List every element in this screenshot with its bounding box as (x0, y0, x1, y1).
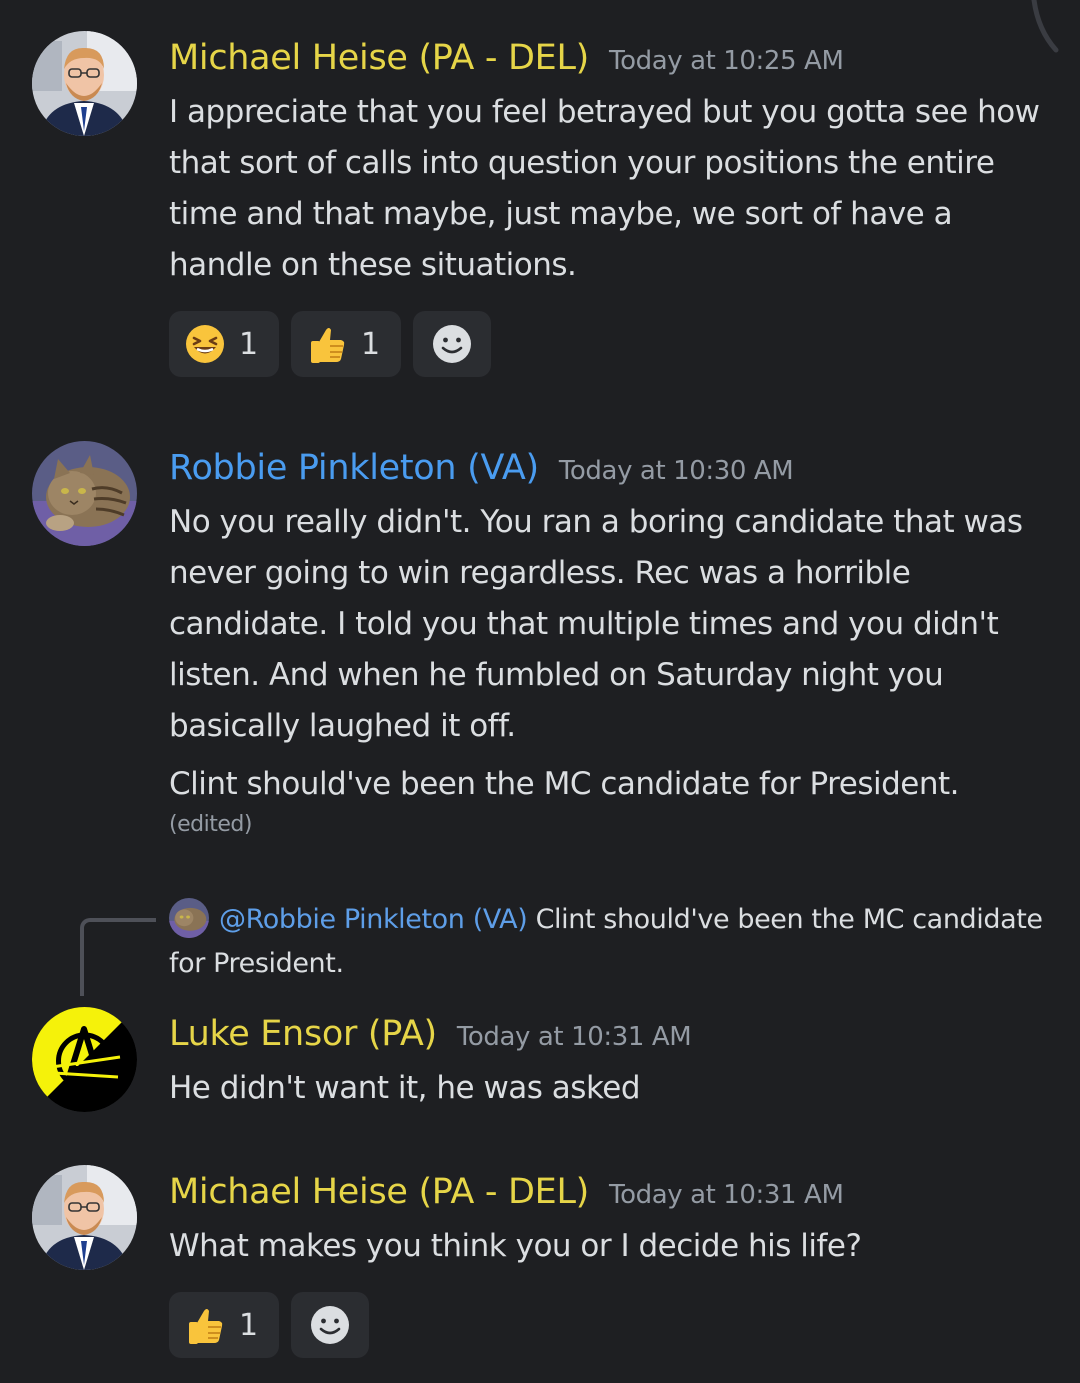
timestamp: Today at 10:31 AM (456, 1022, 692, 1052)
timestamp: Today at 10:25 AM (609, 46, 844, 76)
edited-label: (edited) (169, 812, 252, 837)
reactions-bar: 1 (169, 1292, 369, 1358)
anarchy-symbol-logo-icon (32, 1007, 137, 1112)
profile-photo-cat-icon (169, 897, 209, 938)
reactions-bar: 1 1 (169, 311, 491, 377)
avatar[interactable] (32, 1165, 137, 1270)
reaction-thumbs-up[interactable]: 1 (169, 1292, 279, 1358)
reply-mention[interactable]: @Robbie Pinkleton (VA) (219, 904, 528, 935)
reaction-thumbs-up[interactable]: 1 (291, 311, 401, 377)
reaction-count: 1 (239, 1307, 259, 1343)
reaction-count: 1 (361, 326, 381, 362)
author-name[interactable]: Michael Heise (PA - DEL) (169, 38, 589, 78)
add-reaction-icon (433, 325, 471, 363)
timestamp: Today at 10:31 AM (609, 1180, 844, 1210)
message-text: What makes you think you or I decide his… (169, 1228, 862, 1264)
message-text: I appreciate that you feel betrayed but … (169, 94, 1040, 283)
add-reaction-button[interactable] (291, 1292, 369, 1358)
corner-stroke-icon (1031, 0, 1059, 53)
message-text: No you really didn't. You ran a boring c… (169, 504, 1023, 744)
avatar[interactable] (32, 1007, 137, 1112)
laughing-face-icon (186, 325, 224, 363)
reply-avatar (169, 897, 209, 938)
profile-photo-cat-icon (32, 441, 137, 546)
reply-preview[interactable]: @Robbie Pinkleton (VA) Clint should've b… (169, 897, 1049, 986)
avatar[interactable] (32, 31, 137, 136)
author-name[interactable]: Michael Heise (PA - DEL) (169, 1172, 589, 1212)
profile-photo-man-suit-icon (32, 1165, 137, 1270)
add-reaction-button[interactable] (413, 311, 491, 377)
reaction-laughing[interactable]: 1 (169, 311, 279, 377)
add-reaction-icon (311, 1306, 349, 1344)
thumbs-up-icon (311, 328, 345, 363)
thumbs-up-icon (189, 1309, 223, 1344)
message-text: He didn't want it, he was asked (169, 1070, 641, 1106)
avatar[interactable] (32, 441, 137, 546)
timestamp: Today at 10:30 AM (558, 456, 794, 486)
author-name[interactable]: Robbie Pinkleton (VA) (169, 448, 539, 488)
profile-photo-man-suit-icon (32, 31, 137, 136)
author-name[interactable]: Luke Ensor (PA) (169, 1014, 437, 1054)
reply-spine (80, 918, 156, 996)
chat-message-list: Michael Heise (PA - DEL) Today at 10:25 A… (0, 0, 1080, 1383)
reaction-count: 1 (239, 326, 259, 362)
message-text-line: Clint should've been the MC candidate fo… (169, 766, 960, 802)
message-text: Clint should've been the MC candidate fo… (169, 759, 1049, 840)
